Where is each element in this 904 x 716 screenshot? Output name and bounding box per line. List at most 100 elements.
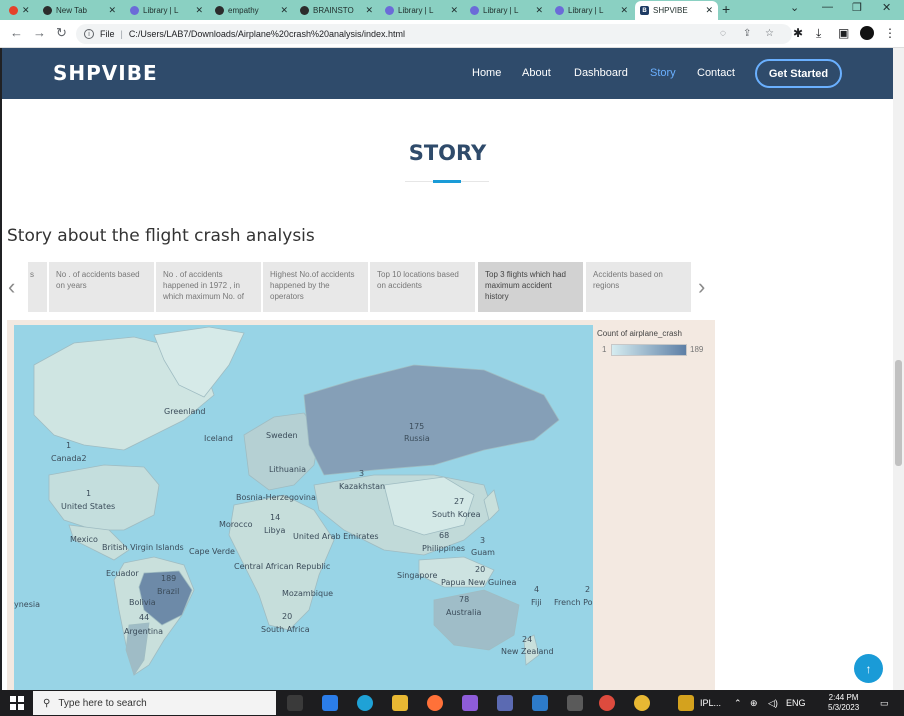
close-icon[interactable]: ✕ [22,5,30,16]
download-icon[interactable]: ⤓ [816,26,821,41]
tab-empathy[interactable]: empathy ✕ [210,2,293,18]
menu-dots-icon[interactable]: ⋮ [884,26,896,40]
new-tab-plus-icon[interactable]: + [722,1,730,17]
taskbar-clock[interactable]: 2:44 PM 5/3/2023 [828,693,859,713]
tab-label: BRAINSTO [313,5,354,15]
map-label: Mexico [70,535,98,544]
close-icon[interactable]: ✕ [195,5,203,16]
chrome-icon[interactable] [634,695,650,711]
mail-icon[interactable] [322,695,338,711]
arrow-up-icon: ↑ [865,661,872,676]
reload-icon[interactable]: ↻ [56,25,67,41]
tab-gmail[interactable]: ✕ [4,2,34,18]
task-view-icon[interactable] [287,695,303,711]
tab-library[interactable]: Library | L ✕ [550,2,633,18]
back-arrow-icon[interactable]: ← [10,25,23,40]
close-icon[interactable]: ✕ [620,5,628,16]
tab-search-chevron-icon[interactable]: ⌄ [790,1,799,14]
app-icon[interactable] [678,695,694,711]
story-point[interactable]: Accidents based on regions [586,262,691,312]
chevron-right-icon[interactable]: › [698,274,705,300]
vscode-icon[interactable] [532,695,548,711]
story-point-active[interactable]: Top 3 flights which had maximum accident… [478,262,583,312]
profile-avatar[interactable] [860,26,874,40]
map-label: Argentina [124,627,164,636]
story-point[interactable]: s [28,262,47,312]
usa-shape [48,464,160,531]
story-point[interactable]: No . of accidents based on years [49,262,154,312]
info-icon[interactable]: i [84,29,94,39]
map-label: 1 [66,441,72,450]
tab-library[interactable]: Library | L ✕ [125,2,208,18]
close-icon[interactable]: ✕ [705,5,713,16]
extensions-icon[interactable]: ✱ [793,26,803,40]
map-label: Australia [446,608,482,617]
story-navigator: ‹ s No . of accidents based on years No … [2,262,722,312]
windows-start-icon[interactable] [10,696,24,710]
chrome-icon[interactable] [599,695,615,711]
close-icon[interactable]: ✕ [535,5,543,16]
page-scrollbar[interactable] [893,48,904,690]
minimize-icon[interactable]: — [822,1,833,13]
tab-new-tab[interactable]: New Tab ✕ [38,2,121,18]
app-icon[interactable] [462,695,478,711]
tab-label: empathy [228,5,259,15]
nav-dashboard[interactable]: Dashboard [574,67,628,79]
map-label: 1 [86,489,92,498]
nav-about[interactable]: About [522,67,551,79]
web-icon [215,5,224,15]
get-started-button[interactable]: Get Started [755,59,842,88]
story-heading: Story about the flight crash analysis [7,226,315,246]
app-icon[interactable] [497,695,513,711]
story-point[interactable]: No . of accidents happened in 1972 , in … [156,262,261,312]
firefox-icon[interactable] [427,695,443,711]
chevron-up-icon[interactable]: ⌃ [734,698,742,709]
tab-library[interactable]: Library | L ✕ [380,2,463,18]
network-icon[interactable]: ⊕ [750,698,758,709]
side-panel-icon[interactable]: ▣ [838,26,849,40]
world-map[interactable]: Greenland Iceland Sweden 175 Russia 1 Ca… [14,325,593,690]
tableau-dashboard: Greenland Iceland Sweden 175 Russia 1 Ca… [7,320,715,690]
scroll-to-top-button[interactable]: ↑ [854,654,883,683]
share-icon[interactable]: ⇪ [743,28,751,39]
site-logo[interactable]: SHPVIBE [53,61,158,85]
bookmark-star-icon[interactable]: ☆ [765,28,774,39]
nav-story[interactable]: Story [650,67,676,79]
notification-icon[interactable]: ▭ [880,698,889,709]
nav-home[interactable]: Home [472,67,501,79]
taskbar-app-label[interactable]: IPL... [700,698,721,708]
library-icon [130,5,139,15]
story-point[interactable]: Highest No.of accidents happened by the … [263,262,368,312]
map-label: Lithuania [269,465,307,474]
library-icon [470,5,479,15]
volume-icon[interactable]: ◁) [768,698,778,709]
map-label: Singapore [397,571,438,580]
nav-contact[interactable]: Contact [697,67,735,79]
maximize-icon[interactable]: ❐ [852,1,862,14]
taskbar-language[interactable]: ENG [786,698,806,708]
edge-icon[interactable] [357,695,373,711]
taskbar-search-box[interactable]: ⚲ Type here to search [33,691,276,715]
tab-brainstorm[interactable]: BRAINSTO ✕ [295,2,378,18]
map-label: Brazil [157,587,180,596]
window-close-icon[interactable]: ✕ [882,1,891,14]
close-icon[interactable]: ✕ [108,5,116,16]
map-label: Libya [264,526,286,535]
tab-shpvibe[interactable]: B SHPVIBE ✕ [635,1,718,20]
map-label: Bosnia-Herzegovina [236,493,316,502]
scrollbar-thumb[interactable] [895,360,902,466]
file-explorer-icon[interactable] [392,695,408,711]
tab-library[interactable]: Library | L ✕ [465,2,548,18]
title-accent-bar [433,180,461,183]
site-header: SHPVIBE Home About Dashboard Story Conta… [2,48,893,99]
app-icon[interactable] [567,695,583,711]
close-icon[interactable]: ✕ [280,5,288,16]
close-icon[interactable]: ✕ [450,5,458,16]
close-icon[interactable]: ✕ [365,5,373,16]
address-bar[interactable]: i File | C:/Users/LAB7/Downloads/Airplan… [76,24,792,44]
story-point[interactable]: Top 10 locations based on accidents [370,262,475,312]
eye-off-icon[interactable]: ◌ [720,28,726,39]
chevron-left-icon[interactable]: ‹ [8,274,15,300]
forward-arrow-icon[interactable]: → [33,25,46,40]
map-label: Philippines [422,544,466,553]
